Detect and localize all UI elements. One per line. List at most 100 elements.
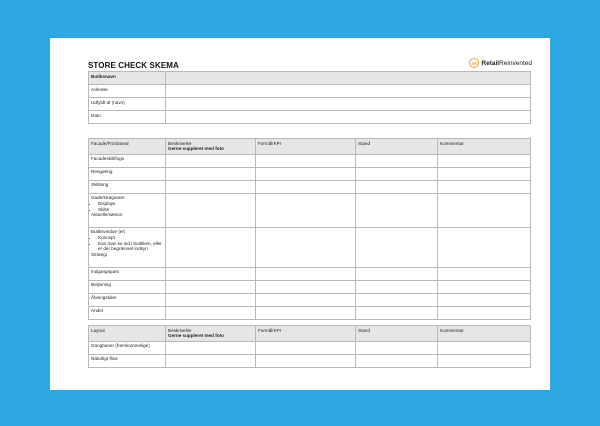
- input-cell[interactable]: [255, 166, 356, 181]
- table-header-row: Facade/Frontareal Beskrivelse Gerne suppl…: [88, 138, 531, 155]
- header-cell: Layout: [88, 325, 166, 342]
- header-subtext: Gerne suppleret med foto: [168, 146, 224, 152]
- info-value-cell[interactable]: [165, 84, 531, 98]
- input-cell[interactable]: [355, 340, 438, 355]
- bullet-list: Koncept Kan man se ind i butikken, eller…: [91, 235, 163, 252]
- input-cell[interactable]: [165, 305, 256, 320]
- header-cell: Beskrivelse Gerne suppleret med foto: [165, 325, 256, 342]
- input-cell[interactable]: [165, 279, 256, 294]
- table-row: Indgangsparti: [88, 266, 531, 281]
- input-cell[interactable]: [355, 166, 438, 181]
- input-cell[interactable]: [355, 179, 438, 194]
- input-cell[interactable]: [165, 166, 256, 181]
- input-cell[interactable]: [437, 279, 531, 294]
- input-cell[interactable]: [437, 166, 531, 181]
- input-cell[interactable]: [255, 192, 356, 228]
- logo-text-light: Reinvented: [499, 59, 532, 67]
- info-value-cell[interactable]: [165, 71, 531, 85]
- input-cell[interactable]: [165, 340, 256, 355]
- input-cell[interactable]: [255, 266, 356, 281]
- logo: RR Retail Reinvented: [469, 58, 532, 68]
- row-label-text: Aktuelle/sæson: [91, 212, 123, 218]
- info-row: Udfyldt af (navn): [88, 97, 531, 111]
- row-label: Indgangsparti: [88, 266, 166, 281]
- table-row: Butiksvindue (er) Koncept Kan man se ind…: [88, 226, 531, 268]
- input-cell[interactable]: [165, 292, 256, 307]
- header-cell: Formål/KPI: [255, 138, 356, 155]
- row-label: Naturligt flow: [88, 353, 166, 368]
- row-label: Gangbaner (fremkommelige): [88, 340, 166, 355]
- row-label: Skiltning: [88, 179, 166, 194]
- input-cell[interactable]: [165, 266, 256, 281]
- input-cell[interactable]: [165, 226, 256, 268]
- input-cell[interactable]: [255, 179, 356, 194]
- table-row: Gade/strøgvarer Displays Skilte Aktuelle…: [88, 192, 531, 228]
- facade-table: Facade/Frontareal Beskrivelse Gerne suppl…: [88, 138, 531, 320]
- input-cell[interactable]: [355, 353, 438, 368]
- info-row: Adresse: [88, 84, 531, 98]
- info-label: Udfyldt af (navn): [88, 97, 166, 111]
- input-cell[interactable]: [355, 266, 438, 281]
- input-cell[interactable]: [437, 226, 531, 268]
- table-row: Skiltning: [88, 179, 531, 194]
- input-cell[interactable]: [255, 353, 356, 368]
- header-text: Beskrivelse: [168, 140, 192, 146]
- header-cell: Beskrivelse Gerne suppleret med foto: [165, 138, 256, 155]
- bullet-item: Kan man se ind i butikken, eller er der …: [98, 241, 163, 253]
- input-cell[interactable]: [355, 292, 438, 307]
- info-value-cell[interactable]: [165, 110, 531, 124]
- input-cell[interactable]: [355, 192, 438, 228]
- header-cell: Kommentar: [437, 138, 531, 155]
- input-cell[interactable]: [165, 153, 256, 168]
- table-row: Naturligt flow: [88, 353, 531, 368]
- input-cell[interactable]: [355, 279, 438, 294]
- info-row: Butiksnavn: [88, 71, 531, 85]
- input-cell[interactable]: [255, 226, 356, 268]
- logo-text-bold: Retail: [481, 59, 500, 67]
- input-cell[interactable]: [165, 179, 256, 194]
- row-label: Facadeskilt/logo: [88, 153, 166, 168]
- input-cell[interactable]: [437, 192, 531, 228]
- input-cell[interactable]: [437, 292, 531, 307]
- bullet-list: Displays Skilte: [91, 201, 163, 213]
- input-cell[interactable]: [355, 305, 438, 320]
- info-value-cell[interactable]: [165, 97, 531, 111]
- header-text: Beskrivelse: [168, 327, 192, 333]
- input-cell[interactable]: [355, 226, 438, 268]
- input-cell[interactable]: [355, 153, 438, 168]
- input-cell[interactable]: [255, 292, 356, 307]
- input-cell[interactable]: [255, 153, 356, 168]
- header-subtext: Gerne suppleret med foto: [168, 333, 224, 339]
- table-row: Rengøring: [88, 166, 531, 181]
- input-cell[interactable]: [255, 340, 356, 355]
- header-cell: Stand: [355, 325, 438, 342]
- info-label: Dato: [88, 110, 166, 124]
- input-cell[interactable]: [437, 305, 531, 320]
- input-cell[interactable]: [255, 305, 356, 320]
- input-cell[interactable]: [437, 153, 531, 168]
- row-label: Åbningstider: [88, 292, 166, 307]
- header-cell: Kommentar: [437, 325, 531, 342]
- table-header-row: Layout Beskrivelse Gerne suppleret med fo…: [88, 325, 531, 342]
- input-cell[interactable]: [437, 340, 531, 355]
- input-cell[interactable]: [165, 192, 256, 228]
- info-label: Adresse: [88, 84, 166, 98]
- input-cell[interactable]: [255, 279, 356, 294]
- page-title: STORE CHECK SKEMA: [88, 61, 179, 70]
- info-table: Butiksnavn Adresse Udfyldt af (navn) Dat…: [88, 71, 531, 124]
- row-label: Rengøring: [88, 166, 166, 181]
- table-row: Andet: [88, 305, 531, 320]
- input-cell[interactable]: [437, 266, 531, 281]
- input-cell[interactable]: [165, 353, 256, 368]
- info-label: Butiksnavn: [88, 71, 166, 85]
- header-cell: Stand: [355, 138, 438, 155]
- row-label-text: Strategi: [91, 252, 107, 258]
- input-cell[interactable]: [437, 179, 531, 194]
- row-label: Gade/strøgvarer Displays Skilte Aktuelle…: [88, 192, 166, 228]
- row-label: Belysning: [88, 279, 166, 294]
- input-cell[interactable]: [437, 353, 531, 368]
- table-row: Gangbaner (fremkommelige): [88, 340, 531, 355]
- header-cell: Formål/KPI: [255, 325, 356, 342]
- table-row: Åbningstider: [88, 292, 531, 307]
- form-sheet: STORE CHECK SKEMA RR Retail Reinvented Bu…: [50, 38, 550, 390]
